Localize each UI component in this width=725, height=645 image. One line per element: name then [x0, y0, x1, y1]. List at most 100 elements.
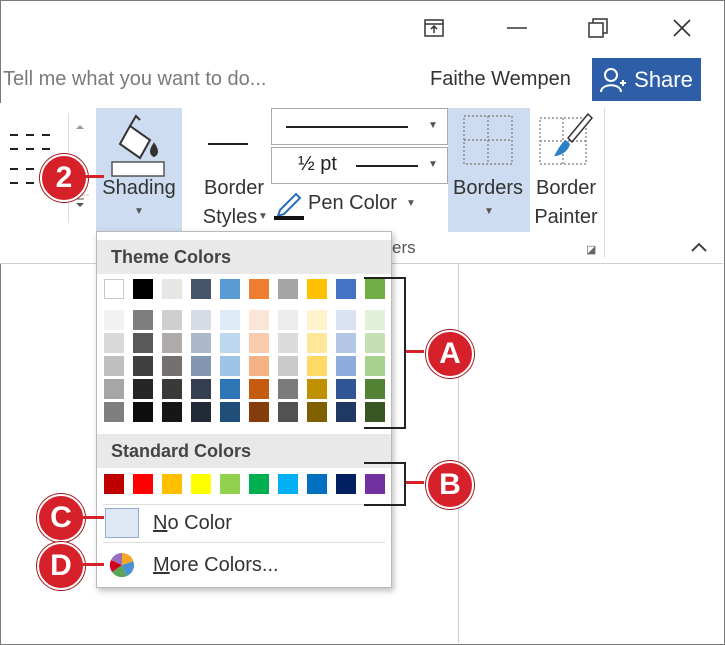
theme-shade-swatch[interactable] — [104, 333, 124, 353]
theme-color-swatch[interactable] — [104, 279, 124, 299]
theme-shade-swatch[interactable] — [162, 356, 182, 376]
standard-color-swatch[interactable] — [191, 474, 211, 494]
theme-shade-swatch[interactable] — [249, 356, 269, 376]
theme-shade-swatch[interactable] — [336, 333, 356, 353]
callout-b: B — [426, 461, 474, 509]
theme-shade-swatch[interactable] — [336, 402, 356, 422]
theme-shade-swatch[interactable] — [133, 333, 153, 353]
border-styles-button[interactable]: Border Styles ▼ — [192, 108, 268, 232]
group-separator — [604, 108, 605, 258]
theme-shade-swatch[interactable] — [162, 333, 182, 353]
theme-shade-swatch[interactable] — [307, 402, 327, 422]
theme-shade-swatch[interactable] — [336, 310, 356, 330]
theme-shade-swatch[interactable] — [278, 356, 298, 376]
no-color-swatch-icon — [105, 508, 139, 538]
standard-color-swatch[interactable] — [220, 474, 240, 494]
close-icon — [673, 19, 691, 37]
theme-color-swatch[interactable] — [307, 279, 327, 299]
theme-shade-swatch[interactable] — [220, 379, 240, 399]
pen-color-arrow-icon: ▼ — [406, 198, 416, 209]
more-colors-item[interactable]: More Colors... — [97, 546, 391, 586]
theme-color-swatch[interactable] — [133, 279, 153, 299]
theme-color-swatch[interactable] — [278, 279, 298, 299]
theme-shade-swatch[interactable] — [104, 379, 124, 399]
pen-weight-preview — [356, 165, 418, 167]
theme-color-swatch[interactable] — [162, 279, 182, 299]
standard-color-swatch[interactable] — [336, 474, 356, 494]
pen-weight-dropdown[interactable]: ½ pt ▼ — [271, 147, 448, 184]
share-button[interactable]: Share — [592, 58, 701, 101]
standard-color-swatch[interactable] — [278, 474, 298, 494]
borders-group-label: ers — [392, 238, 416, 257]
border-painter-label-2: Painter — [534, 206, 598, 228]
theme-shade-swatch[interactable] — [220, 402, 240, 422]
theme-shade-swatch[interactable] — [307, 356, 327, 376]
pen-color-button[interactable]: Pen Color ▼ — [272, 188, 422, 222]
theme-shade-swatch[interactable] — [278, 310, 298, 330]
tell-me-search[interactable]: Tell me what you want to do... — [3, 68, 266, 91]
theme-shade-swatch[interactable] — [336, 356, 356, 376]
standard-color-swatch[interactable] — [249, 474, 269, 494]
border-line-icon — [208, 143, 248, 145]
theme-shade-swatch[interactable] — [278, 402, 298, 422]
collapse-ribbon-button[interactable] — [690, 240, 708, 258]
theme-shade-swatch[interactable] — [249, 333, 269, 353]
theme-shade-swatch[interactable] — [191, 356, 211, 376]
theme-shade-swatch[interactable] — [220, 356, 240, 376]
callout-a: A — [426, 330, 474, 378]
standard-color-swatch[interactable] — [133, 474, 153, 494]
panel-separator — [103, 542, 385, 543]
close-button[interactable] — [660, 8, 704, 48]
theme-shade-swatch[interactable] — [162, 402, 182, 422]
theme-shade-swatch[interactable] — [307, 379, 327, 399]
theme-shade-swatch[interactable] — [104, 310, 124, 330]
minimize-button[interactable] — [495, 8, 539, 48]
theme-shade-swatch[interactable] — [104, 402, 124, 422]
theme-shade-swatch[interactable] — [191, 310, 211, 330]
line-style-arrow-icon: ▼ — [428, 120, 438, 131]
callout-b-pointer — [406, 481, 424, 484]
theme-shade-swatch[interactable] — [249, 379, 269, 399]
callout-c: C — [37, 494, 85, 542]
theme-shade-swatch[interactable] — [307, 310, 327, 330]
theme-shade-swatch[interactable] — [133, 379, 153, 399]
ribbon-display-icon — [424, 19, 444, 37]
line-style-dropdown[interactable]: ▼ — [271, 108, 448, 145]
theme-color-swatch[interactable] — [220, 279, 240, 299]
theme-color-swatch[interactable] — [191, 279, 211, 299]
theme-color-swatch[interactable] — [336, 279, 356, 299]
theme-shade-swatch[interactable] — [133, 356, 153, 376]
standard-color-swatch[interactable] — [104, 474, 124, 494]
theme-shade-swatch[interactable] — [191, 379, 211, 399]
theme-shade-swatch[interactable] — [249, 310, 269, 330]
ribbon-display-options-button[interactable] — [412, 8, 456, 48]
border-painter-button[interactable]: Border Painter — [530, 108, 602, 232]
theme-color-swatch[interactable] — [249, 279, 269, 299]
theme-shade-swatch[interactable] — [278, 379, 298, 399]
borders-button[interactable]: Borders ▼ — [448, 108, 530, 232]
theme-shade-swatch[interactable] — [191, 402, 211, 422]
step-2-callout: 2 — [40, 154, 88, 202]
theme-shade-swatch[interactable] — [191, 333, 211, 353]
theme-shade-swatch[interactable] — [307, 333, 327, 353]
standard-color-swatch[interactable] — [307, 474, 327, 494]
shading-button[interactable]: Shading ▼ — [96, 108, 182, 232]
restore-button[interactable] — [576, 8, 620, 48]
border-styles-label-1: Border — [203, 177, 265, 199]
standard-color-swatch[interactable] — [162, 474, 182, 494]
dialog-launcher-icon[interactable]: ◪ — [586, 243, 596, 256]
theme-shade-swatch[interactable] — [220, 333, 240, 353]
theme-shade-swatch[interactable] — [162, 379, 182, 399]
theme-shade-swatch[interactable] — [249, 402, 269, 422]
bracket-a — [364, 277, 406, 429]
theme-shade-swatch[interactable] — [133, 402, 153, 422]
theme-shade-swatch[interactable] — [104, 356, 124, 376]
no-color-item[interactable]: No Color — [97, 504, 391, 544]
theme-shade-swatch[interactable] — [278, 333, 298, 353]
theme-shade-swatch[interactable] — [133, 310, 153, 330]
line-style-preview — [286, 126, 408, 128]
theme-shade-swatch[interactable] — [336, 379, 356, 399]
theme-shade-swatch[interactable] — [162, 310, 182, 330]
account-user-name[interactable]: Faithe Wempen — [430, 68, 571, 91]
theme-shade-swatch[interactable] — [220, 310, 240, 330]
